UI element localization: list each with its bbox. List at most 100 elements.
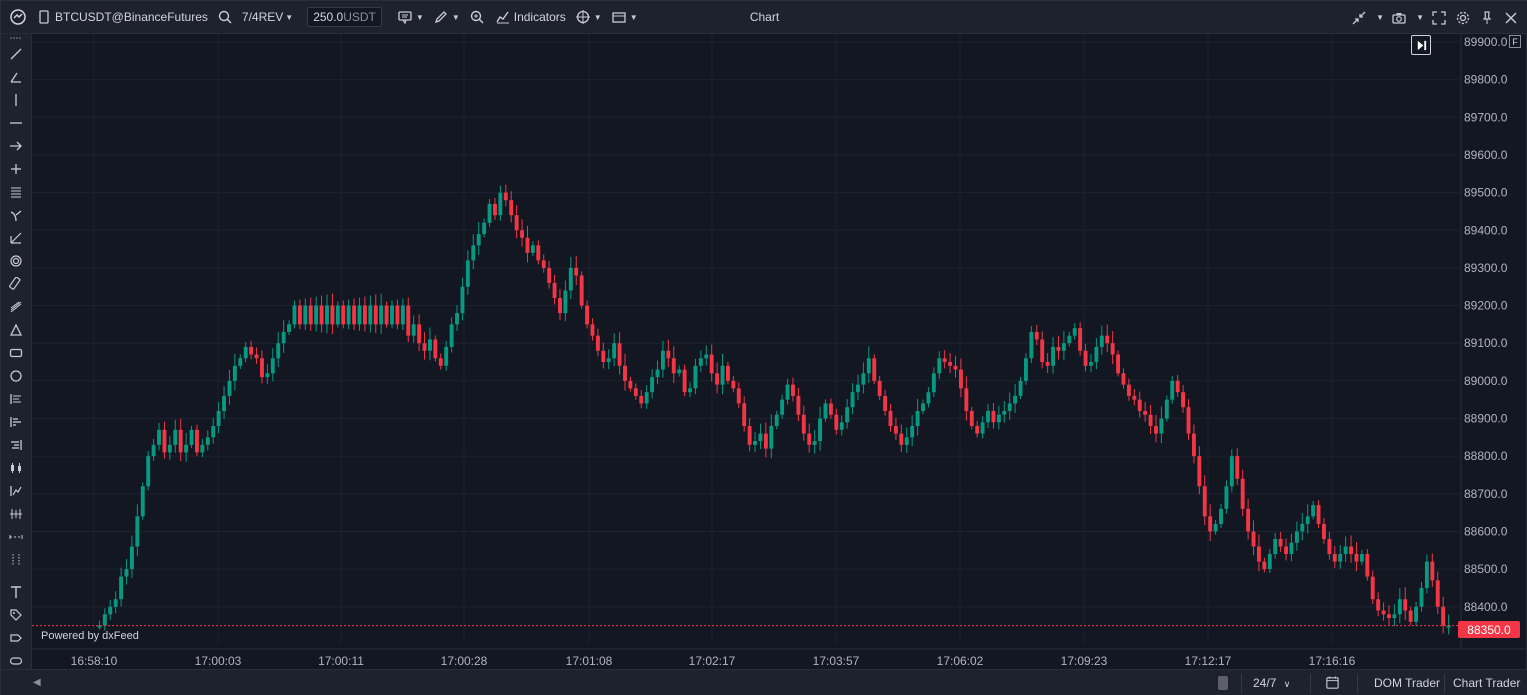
candle-body bbox=[433, 339, 438, 359]
candle-body bbox=[1094, 346, 1099, 363]
chevron-down-icon[interactable]: ▼ bbox=[1416, 13, 1424, 22]
candle-body bbox=[850, 392, 855, 408]
candle-body bbox=[281, 331, 286, 344]
candle-body bbox=[525, 237, 530, 253]
parallel-lines-icon[interactable] bbox=[6, 182, 26, 202]
x-axis-label: 17:00:03 bbox=[195, 654, 242, 668]
triangle-icon[interactable] bbox=[6, 320, 26, 340]
candle-body bbox=[1343, 546, 1348, 555]
y-axis-label: 89700.0 bbox=[1464, 110, 1508, 124]
scroll-left-icon[interactable]: ◀ bbox=[33, 677, 41, 688]
candle-body bbox=[1051, 346, 1055, 366]
candle-body bbox=[644, 392, 649, 404]
layout-button[interactable]: ▼ bbox=[606, 1, 642, 34]
symbol-search[interactable] bbox=[212, 1, 238, 34]
trend-angle-icon[interactable] bbox=[6, 228, 26, 248]
calendar-button[interactable] bbox=[1325, 675, 1340, 693]
label-shape-icon[interactable] bbox=[6, 651, 26, 671]
candle-body bbox=[877, 380, 882, 396]
last-price-label: 88350.0 bbox=[1458, 621, 1520, 638]
candle-body bbox=[254, 354, 259, 359]
chart-settings-menu[interactable]: ▼ bbox=[392, 1, 428, 34]
bars-icon[interactable] bbox=[6, 504, 26, 524]
y-axis-label: 89000.0 bbox=[1464, 374, 1508, 388]
candle-body bbox=[1229, 456, 1234, 487]
circle-icon[interactable] bbox=[6, 366, 26, 386]
text-tool-icon[interactable] bbox=[6, 582, 26, 602]
camera-icon[interactable] bbox=[1390, 9, 1408, 27]
x-axis-label: 17:16:16 bbox=[1309, 654, 1356, 668]
fullscreen-icon[interactable] bbox=[1430, 9, 1448, 27]
tag-icon[interactable] bbox=[6, 605, 26, 625]
candle-body bbox=[184, 444, 189, 453]
drag-handle-icon[interactable] bbox=[6, 34, 26, 42]
candle-body bbox=[1403, 599, 1408, 611]
callout-icon[interactable] bbox=[6, 628, 26, 648]
candle-body bbox=[140, 486, 145, 517]
pin-icon[interactable] bbox=[1478, 9, 1496, 27]
candle-body bbox=[725, 365, 730, 381]
scrollbar-thumb[interactable] bbox=[1218, 676, 1228, 690]
candle-body bbox=[390, 305, 394, 325]
chart-pattern-icon[interactable] bbox=[6, 481, 26, 501]
zoom-button[interactable] bbox=[464, 1, 490, 34]
chart-type-selector[interactable]: 7/4REV ▼ bbox=[238, 1, 297, 34]
volume-profile-icon[interactable] bbox=[6, 412, 26, 432]
x-axis-label: 17:12:17 bbox=[1185, 654, 1232, 668]
candle-body bbox=[476, 234, 481, 246]
y-axis-label: 89300.0 bbox=[1464, 261, 1508, 275]
x-axis-label: 16:58:10 bbox=[71, 654, 118, 668]
symbol-selector[interactable]: BTCUSDT@BinanceFutures bbox=[31, 1, 212, 34]
candle-body bbox=[628, 380, 633, 389]
angle-tool-icon[interactable] bbox=[6, 67, 26, 87]
session-selector[interactable]: 24/7 ∨ bbox=[1253, 676, 1290, 690]
rectangle-icon[interactable] bbox=[6, 343, 26, 363]
dom-trader-button[interactable]: DOM Trader bbox=[1374, 676, 1440, 690]
candle-body bbox=[893, 426, 898, 434]
chevron-down-icon[interactable]: ▼ bbox=[1376, 13, 1384, 22]
price-chart[interactable]: 89900.0 89800.0 89700.0 89600.0 89500.0 89400… bbox=[32, 34, 1527, 669]
window-controls: ▼ ▼ bbox=[1350, 1, 1520, 34]
arrow-tool-icon[interactable] bbox=[6, 136, 26, 156]
dotted-column-icon[interactable] bbox=[6, 550, 26, 570]
quantity-box[interactable]: 250.0USDT bbox=[307, 7, 382, 27]
candle-body bbox=[265, 373, 270, 378]
quantity-input[interactable]: 250.0USDT bbox=[297, 1, 392, 34]
order-levels-icon[interactable] bbox=[6, 435, 26, 455]
zoom-in-icon bbox=[468, 8, 486, 26]
f-badge[interactable]: F bbox=[1509, 35, 1521, 48]
vertical-line-icon[interactable] bbox=[6, 90, 26, 110]
dashed-line-icon[interactable] bbox=[6, 527, 26, 547]
collapse-arrows-icon[interactable] bbox=[1350, 9, 1368, 27]
text-align-icon[interactable] bbox=[6, 389, 26, 409]
candle-body bbox=[991, 410, 996, 423]
session-label: 24/7 bbox=[1253, 676, 1277, 690]
indicators-button[interactable]: Indicators bbox=[490, 1, 570, 34]
candle-body bbox=[948, 362, 953, 366]
spiral-icon[interactable] bbox=[6, 251, 26, 271]
gear-icon[interactable] bbox=[1454, 9, 1472, 27]
candle-body bbox=[671, 358, 676, 374]
ruler-icon[interactable] bbox=[6, 274, 26, 294]
candle-body bbox=[1083, 350, 1088, 366]
cross-line-icon[interactable] bbox=[6, 159, 26, 179]
close-icon[interactable] bbox=[1502, 9, 1520, 27]
fib-fan-icon[interactable] bbox=[6, 297, 26, 317]
candle-body bbox=[194, 429, 199, 453]
crosshair-button[interactable]: ▼ bbox=[570, 1, 606, 34]
candle-body bbox=[1154, 426, 1158, 434]
candle-body bbox=[617, 343, 622, 366]
drawing-menu[interactable]: ▼ bbox=[428, 1, 464, 34]
candle-body bbox=[1159, 418, 1164, 434]
candle-body bbox=[249, 346, 254, 355]
skip-to-end-icon[interactable] bbox=[1411, 35, 1431, 55]
horizontal-line-icon[interactable] bbox=[6, 113, 26, 133]
candles-icon[interactable] bbox=[6, 458, 26, 478]
pitchfork-icon[interactable] bbox=[6, 205, 26, 225]
line-tool-icon[interactable] bbox=[6, 44, 26, 64]
candle-body bbox=[541, 260, 546, 268]
app-logo[interactable] bbox=[1, 1, 31, 34]
chart-trader-button[interactable]: Chart Trader bbox=[1453, 676, 1520, 690]
candle-body bbox=[287, 324, 292, 332]
candle-body bbox=[1349, 546, 1354, 555]
